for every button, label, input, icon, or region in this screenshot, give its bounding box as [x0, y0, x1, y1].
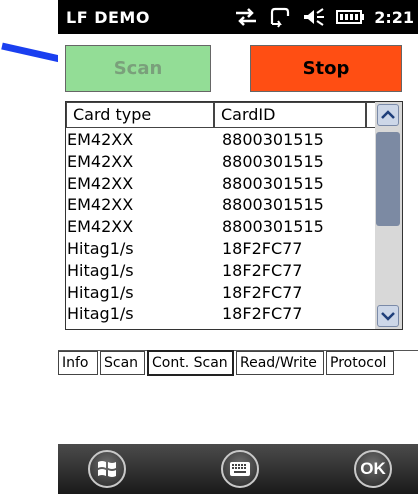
card-type-cell: EM42XX	[67, 195, 134, 215]
list-row[interactable]: EM42XX 8800301515	[66, 151, 376, 173]
scan-button[interactable]: Scan	[65, 45, 211, 92]
list-row[interactable]: Hitag1/s 18F2FC77	[66, 238, 376, 260]
list-rows: EM42XX 8800301515 EM42XX 8800301515 EM42XX…	[66, 129, 376, 325]
list-row[interactable]: EM42XX 8800301515	[66, 216, 376, 238]
card-type-cell: Hitag1/s	[67, 282, 134, 302]
list-row[interactable]: Hitag1/s 18F2FC77	[66, 303, 376, 325]
ok-button[interactable]: OK	[354, 450, 392, 488]
card-type-cell: EM42XX	[67, 217, 134, 237]
tab-info[interactable]: Info	[58, 351, 98, 375]
list-row[interactable]: EM42XX 8800301515	[66, 129, 376, 151]
keyboard-icon	[230, 462, 250, 476]
scroll-thumb[interactable]	[376, 132, 400, 226]
sync-icon	[268, 6, 292, 28]
card-id-cell: 18F2FC77	[222, 238, 303, 258]
list-row[interactable]: Hitag1/s 18F2FC77	[66, 260, 376, 282]
card-id-cell: 8800301515	[222, 151, 324, 171]
vertical-scrollbar[interactable]	[375, 102, 402, 329]
card-type-cell: Hitag1/s	[67, 238, 134, 258]
card-type-cell: Hitag1/s	[67, 304, 134, 324]
list-header: Card type CardID	[66, 102, 402, 129]
app-title: LF DEMO	[66, 8, 150, 27]
card-type-cell: Hitag1/s	[67, 260, 134, 280]
card-list[interactable]: Card type CardID EM42XX 8800301515 EM42XX…	[65, 101, 403, 330]
column-header-card-type[interactable]: Card type	[66, 102, 214, 128]
tab-cont-scan[interactable]: Cont. Scan	[147, 350, 234, 376]
list-row[interactable]: Hitag1/s 18F2FC77	[66, 282, 376, 304]
chevron-down-icon	[381, 312, 395, 321]
tab-protocol[interactable]: Protocol	[326, 351, 394, 375]
volume-icon	[302, 7, 326, 27]
scroll-up-button[interactable]	[377, 104, 399, 126]
windows-start-button[interactable]	[88, 450, 126, 488]
stop-button[interactable]: Stop	[250, 45, 402, 92]
card-id-cell: 8800301515	[222, 173, 324, 193]
tab-scan[interactable]: Scan	[100, 351, 145, 375]
card-type-cell: EM42XX	[67, 151, 134, 171]
column-header-card-id[interactable]: CardID	[214, 102, 366, 128]
chevron-up-icon	[381, 110, 395, 119]
card-id-cell: 18F2FC77	[222, 260, 303, 280]
tab-strip: Info Scan Cont. Scan Read/Write Protocol	[58, 350, 418, 376]
connection-icon	[234, 7, 258, 27]
list-row[interactable]: EM42XX 8800301515	[66, 173, 376, 195]
card-id-cell: 18F2FC77	[222, 304, 303, 324]
card-type-cell: EM42XX	[67, 130, 134, 149]
battery-icon	[336, 9, 365, 25]
list-row[interactable]: EM42XX 8800301515	[66, 194, 376, 216]
tab-read-write[interactable]: Read/Write	[236, 351, 324, 375]
card-id-cell: 8800301515	[222, 130, 324, 149]
scroll-down-button[interactable]	[377, 305, 399, 327]
status-icons: 2:21	[234, 6, 414, 28]
card-id-cell: 8800301515	[222, 217, 324, 237]
windows-start-icon	[98, 461, 116, 477]
card-id-cell: 18F2FC77	[222, 282, 303, 302]
card-id-cell: 8800301515	[222, 195, 324, 215]
keyboard-button[interactable]	[221, 450, 259, 488]
device-screen: LF DEMO 2:21 Scan Stop Card type CardID …	[58, 0, 418, 494]
clock: 2:21	[374, 7, 414, 27]
status-bar: LF DEMO 2:21	[58, 0, 418, 34]
card-type-cell: EM42XX	[67, 173, 134, 193]
navigation-bar: OK	[58, 444, 418, 494]
